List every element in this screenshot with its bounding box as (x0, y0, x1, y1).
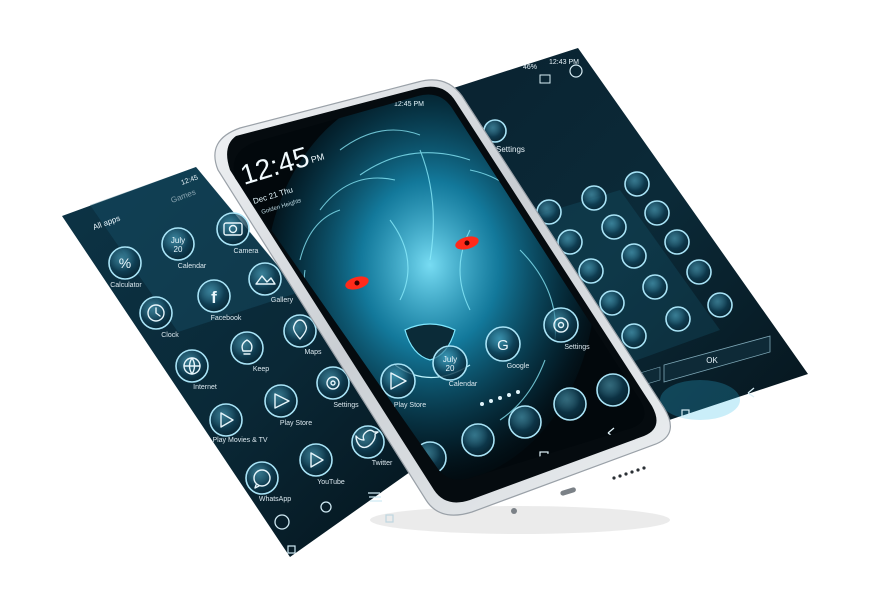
movie-icon (209, 403, 243, 437)
messages-icon[interactable] (553, 387, 587, 421)
dock-label-google: Google (507, 363, 530, 370)
app-label-facebook: Facebook (211, 315, 242, 322)
svg-text:%: % (119, 255, 131, 271)
svg-text:f: f (211, 288, 217, 307)
network-icon[interactable] (599, 290, 625, 316)
svg-text:G: G (497, 337, 509, 354)
google-plus-icon[interactable] (642, 274, 668, 300)
app-label-settings-left: Settings (333, 402, 359, 409)
app-label-calculator: Calculator (110, 282, 142, 289)
app-label-calendar: Calendar (178, 263, 207, 270)
app-label-play-store: Play Store (280, 420, 312, 427)
dock-label-play-store: Play Store (394, 402, 426, 409)
storage-icon[interactable] (686, 259, 712, 285)
message-icon[interactable] (578, 258, 604, 284)
camera-icon (216, 212, 250, 246)
app-label-gallery: Gallery (271, 297, 294, 304)
display-icon[interactable] (601, 214, 627, 240)
svg-text:20: 20 (174, 245, 183, 254)
accounts-icon[interactable] (665, 306, 691, 332)
phone-shadow (370, 506, 670, 534)
theme-promo-canvas: 12:45 All apps Games % Calculator July 2… (62, 48, 808, 557)
dock-label-calendar: Calendar (449, 381, 478, 388)
app-label-youtube: YouTube (317, 479, 345, 486)
app-label-play-movies: Play Movies & TV (212, 437, 267, 444)
right-status-battery: 46% (523, 64, 537, 71)
app-label-clock: Clock (161, 332, 179, 339)
svg-text:July: July (171, 236, 185, 245)
apps-drawer-icon[interactable] (508, 405, 542, 439)
location-icon[interactable] (621, 323, 647, 349)
app-label-camera: Camera (234, 248, 259, 255)
right-screen-title: Settings (496, 145, 525, 154)
right-screen-edge-glow (660, 380, 740, 420)
wifi-icon[interactable] (624, 171, 650, 197)
youtube-icon (299, 443, 333, 477)
gear-icon (543, 307, 579, 343)
charging-port (560, 487, 576, 496)
ok-button-label: OK (706, 356, 718, 365)
app-label-twitter: Twitter (372, 460, 393, 467)
speaker-grill (612, 466, 646, 480)
svg-text:July: July (443, 355, 457, 364)
contacts-icon[interactable] (461, 423, 495, 457)
battery-icon[interactable] (664, 229, 690, 255)
camera-icon[interactable] (596, 373, 630, 407)
app-label-internet: Internet (193, 384, 217, 391)
app-label-keep: Keep (253, 366, 269, 373)
lock-icon[interactable] (644, 200, 670, 226)
play-store-icon (380, 363, 416, 399)
whatsapp-icon (245, 461, 279, 495)
about-icon[interactable] (707, 292, 733, 318)
app-label-maps: Maps (304, 349, 322, 356)
dock-label-settings: Settings (564, 344, 590, 351)
headphone-jack (511, 508, 517, 514)
app-label-whatsapp: WhatsApp (259, 496, 291, 503)
play-store-icon (264, 384, 298, 418)
app-calculator[interactable]: % Calculator (108, 246, 142, 289)
user-icon[interactable] (621, 243, 647, 269)
svg-text:20: 20 (446, 364, 455, 373)
keep-icon (230, 331, 264, 365)
center-status-time: 12:45 PM (394, 101, 424, 108)
sound-icon[interactable] (581, 185, 607, 211)
gear-icon (316, 366, 350, 400)
